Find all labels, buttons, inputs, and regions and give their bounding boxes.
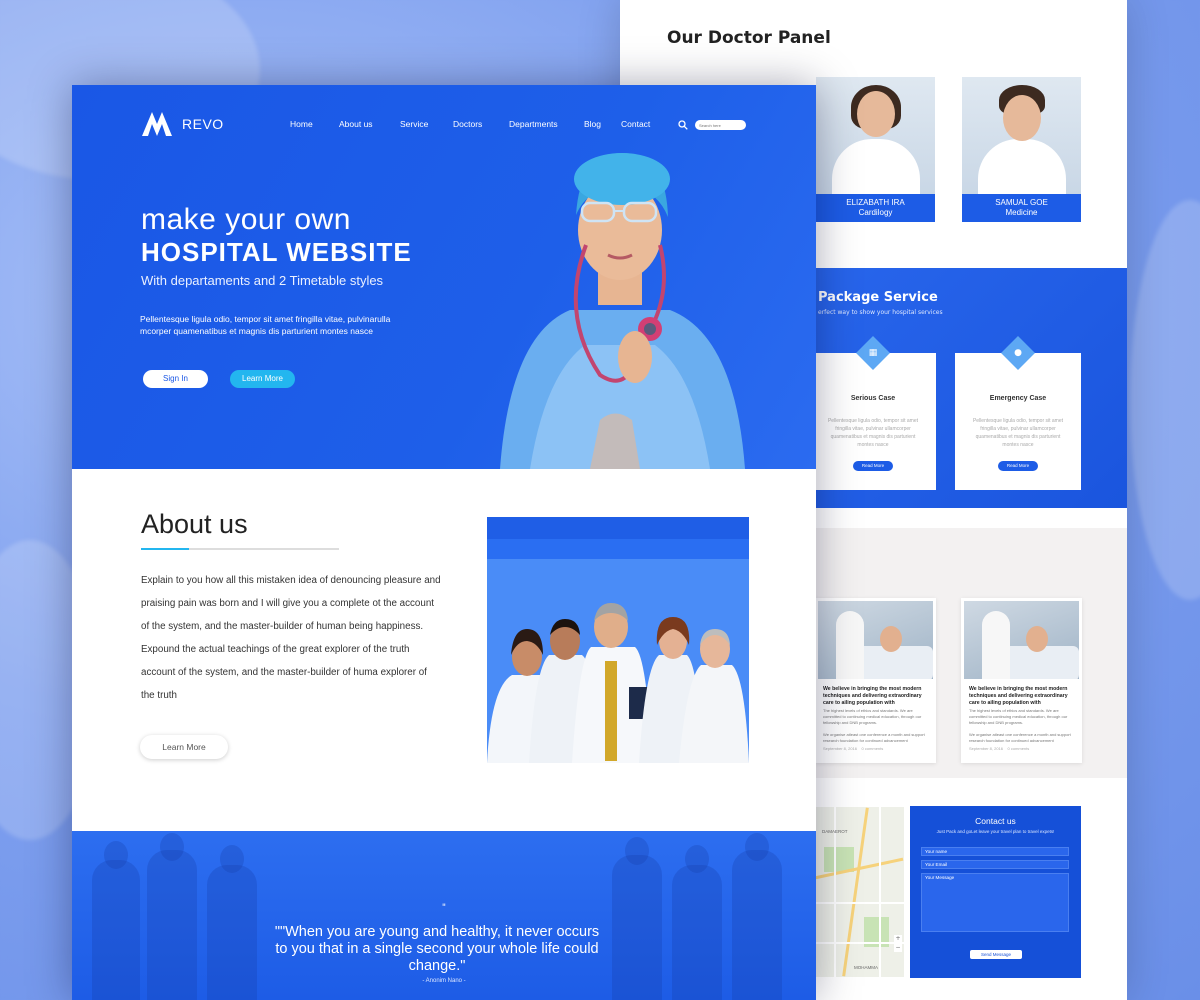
nurse-photo bbox=[500, 153, 745, 469]
package-card-title: Serious Case bbox=[850, 395, 896, 402]
blog-meta: September 8, 2016 0 comments bbox=[823, 746, 883, 751]
blog-card[interactable]: We believe in bringing the most modern t… bbox=[815, 598, 936, 763]
doctor-photo bbox=[962, 77, 1081, 199]
background-figure bbox=[104, 841, 128, 869]
doctor-label: SAMUAL GOE Medicine bbox=[962, 194, 1081, 222]
package-card-title: Emergency Case bbox=[989, 395, 1047, 402]
blog-paragraph: We organise atleast one conference a mon… bbox=[969, 732, 1071, 743]
doctor-dept: Cardilogy bbox=[858, 208, 893, 217]
hero-tagline: With departaments and 2 Timetable styles bbox=[141, 273, 384, 288]
blog-comments: 0 comments bbox=[861, 746, 884, 751]
nav-blog[interactable]: Blog bbox=[584, 119, 601, 129]
nav-departments[interactable]: Departments bbox=[509, 119, 558, 129]
doctor-card[interactable]: SAMUAL GOE Medicine bbox=[962, 77, 1081, 222]
about-learn-more-button[interactable]: Learn More bbox=[140, 735, 228, 759]
quote-author: - Anonim Nano - bbox=[422, 978, 466, 984]
package-card: ● Emergency Case Pellentesque ligula odi… bbox=[955, 336, 1081, 490]
quote-text: ""When you are young and healthy, it nev… bbox=[274, 924, 600, 974]
blog-date: September 8, 2016 bbox=[969, 746, 1004, 751]
message-field[interactable]: Your Message bbox=[921, 873, 1069, 932]
calendar-icon: ▦ bbox=[856, 336, 890, 370]
map-label: MOHAMMA bbox=[854, 965, 878, 970]
logo-text[interactable]: REVO bbox=[182, 116, 224, 132]
package-card-text: Pellentesque ligula odio, tempor sit ame… bbox=[972, 418, 1064, 448]
doctor-card[interactable]: ELIZABATH IRA Cardilogy bbox=[816, 77, 935, 222]
quote-icon: " bbox=[441, 903, 447, 913]
contact-subtitle: Just Pack and goLet leave your travel pl… bbox=[936, 829, 1055, 834]
blog-comments: 0 comments bbox=[1007, 746, 1030, 751]
hero-heading-line1: make your own bbox=[141, 203, 351, 236]
blog-paragraph: The highest levels of ethics and standar… bbox=[969, 708, 1068, 725]
about-divider bbox=[141, 548, 339, 550]
read-more-button[interactable]: Read More bbox=[853, 461, 893, 471]
read-more-button[interactable]: Read More bbox=[998, 461, 1038, 471]
doctor-label: ELIZABATH IRA Cardilogy bbox=[816, 194, 935, 222]
blog-date: September 8, 2016 bbox=[823, 746, 858, 751]
send-message-button[interactable]: Send Message bbox=[970, 950, 1022, 959]
nav-contact[interactable]: Contact bbox=[621, 119, 650, 129]
map-widget[interactable]: DAMAEROT MOHAMMA + − bbox=[814, 807, 904, 977]
contact-title: Contact us bbox=[975, 816, 1016, 826]
nav-doctors[interactable]: Doctors bbox=[453, 119, 482, 129]
hero-learn-more-button[interactable]: Learn More bbox=[230, 370, 295, 388]
background-figure bbox=[745, 833, 769, 861]
doctor-photo bbox=[816, 77, 935, 199]
background-figure bbox=[160, 833, 184, 861]
name-field[interactable]: Your name bbox=[921, 847, 1069, 856]
search-icon[interactable] bbox=[678, 120, 688, 130]
blog-title: We believe in bringing the most modern t… bbox=[969, 686, 1068, 706]
blog-text: The highest levels of ethics and standar… bbox=[823, 708, 931, 744]
blog-title: We believe in bringing the most modern t… bbox=[823, 686, 922, 706]
package-subtitle: erfect way to show your hospital service… bbox=[818, 309, 943, 316]
quote-section: " ""When you are young and healthy, it n… bbox=[72, 831, 816, 1000]
search-input[interactable] bbox=[695, 120, 746, 130]
blog-meta: September 8, 2016 0 comments bbox=[969, 746, 1029, 751]
doctor-panel-title: Our Doctor Panel bbox=[667, 28, 831, 48]
front-page-preview: REVO Home About us Service Doctors Depar… bbox=[72, 85, 816, 1000]
background-blob bbox=[1130, 200, 1200, 600]
blog-paragraph: The highest levels of ethics and standar… bbox=[823, 708, 922, 725]
doctors-team-photo bbox=[487, 517, 749, 763]
doctor-dept: Medicine bbox=[1005, 208, 1038, 217]
background-figure bbox=[220, 845, 244, 873]
chat-icon: ● bbox=[1001, 336, 1035, 370]
about-text: Explain to you how all this mistaken ide… bbox=[141, 575, 441, 701]
background-figure bbox=[625, 837, 649, 865]
nav-about[interactable]: About us bbox=[339, 119, 373, 129]
hero-heading-line2: HOSPITAL WEBSITE bbox=[141, 237, 412, 267]
map-label: DAMAEROT bbox=[822, 829, 848, 834]
nav-service[interactable]: Service bbox=[400, 119, 428, 129]
doctor-name: ELIZABATH IRA bbox=[846, 198, 905, 207]
blog-image bbox=[964, 601, 1079, 679]
contact-form: Contact us Just Pack and goLet leave you… bbox=[910, 806, 1081, 978]
sign-in-button[interactable]: Sign In bbox=[143, 370, 208, 388]
package-card-text: Pellentesque ligula odio, tempor sit ame… bbox=[827, 418, 919, 448]
package-title: Package Service bbox=[818, 290, 938, 305]
blog-image bbox=[818, 601, 933, 679]
revo-logo-icon[interactable] bbox=[142, 110, 178, 138]
zoom-out-icon[interactable]: − bbox=[894, 944, 902, 952]
zoom-in-icon[interactable]: + bbox=[894, 935, 902, 943]
hero-paragraph: Pellentesque ligula odio, tempor sit ame… bbox=[140, 314, 391, 336]
email-field[interactable]: Your Email bbox=[921, 860, 1069, 869]
doctor-name: SAMUAL GOE bbox=[995, 198, 1048, 207]
blog-card[interactable]: We believe in bringing the most modern t… bbox=[961, 598, 1082, 763]
blog-text: The highest levels of ethics and standar… bbox=[969, 708, 1077, 744]
blog-paragraph: We organise atleast one conference a mon… bbox=[823, 732, 925, 743]
background-figure bbox=[685, 845, 709, 873]
about-title: About us bbox=[141, 509, 248, 539]
nav-home[interactable]: Home bbox=[290, 119, 313, 129]
package-card: ▦ Serious Case Pellentesque ligula odio,… bbox=[810, 336, 936, 490]
hero-section: REVO Home About us Service Doctors Depar… bbox=[72, 85, 816, 469]
